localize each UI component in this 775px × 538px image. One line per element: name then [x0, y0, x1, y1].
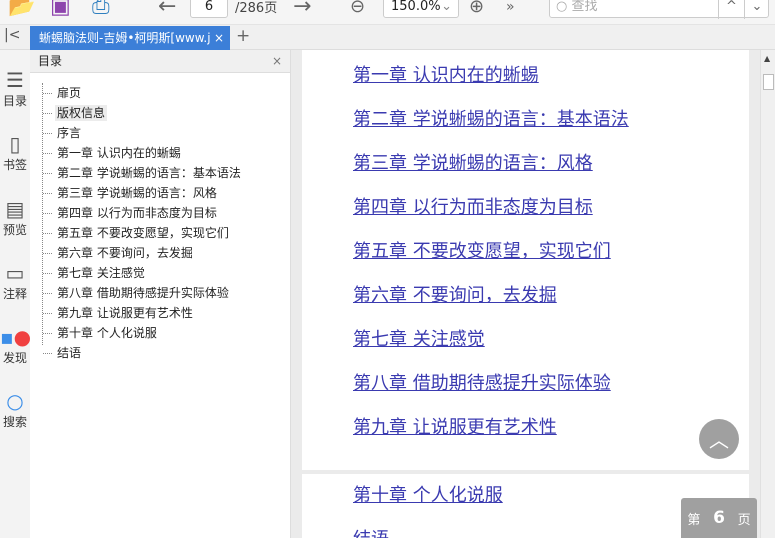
note-icon: ▭: [5, 261, 25, 285]
rail-label: 目录: [2, 94, 27, 108]
toc-item[interactable]: 序言: [43, 123, 243, 143]
next-page-icon[interactable]: →: [293, 0, 311, 20]
toc-item[interactable]: 第二章 学说蜥蜴的语言：基本语法: [43, 163, 243, 183]
preview-icon: ▤: [5, 197, 25, 221]
rail-label: 预览: [2, 223, 27, 237]
toc-title: 目录: [38, 54, 63, 68]
close-icon[interactable]: ×: [272, 50, 282, 72]
toc-item[interactable]: 第三章 学说蜥蜴的语言：风格: [43, 183, 243, 203]
rail-preview[interactable]: ▤ 预览: [0, 197, 30, 238]
chapter-link[interactable]: 第二章 学说蜥蜴的语言：基本语法: [353, 105, 629, 131]
close-tab-icon[interactable]: ×: [210, 26, 224, 50]
toc-item-label: 第七章 关注感觉: [57, 266, 145, 280]
toc-item[interactable]: 第五章 不要改变愿望，实现它们: [43, 223, 243, 243]
save-icon[interactable]: ▣: [50, 0, 71, 20]
toc-item[interactable]: 扉页: [43, 83, 243, 103]
zoom-value: 150.0%: [391, 0, 441, 14]
page-indicator-number: 6: [713, 508, 725, 528]
toolbar: 📂 ▣ ⎙ ← 6 /286页 → ⊖ 150.0% ⌄ ⊕ » ○ 查找 ^ ⌄: [0, 0, 775, 25]
toc-list: 扉页版权信息序言第一章 认识内在的蜥蜴第二章 学说蜥蜴的语言：基本语法 第三章 学…: [42, 83, 243, 360]
collapse-sidebar-icon[interactable]: |<: [4, 27, 20, 43]
toc-item[interactable]: 第六章 不要询问，去发掘: [43, 243, 243, 263]
zoom-in-icon[interactable]: ⊕: [469, 0, 484, 20]
toc-item-label: 第十章 个人化说服: [57, 326, 157, 340]
toc-item[interactable]: 结语: [43, 343, 243, 363]
tab-bar: |< 蜥蜴脑法则-吉姆•柯明斯[www.j × +: [0, 25, 775, 50]
scroll-thumb[interactable]: [763, 74, 774, 90]
search-icon: ○: [556, 0, 568, 14]
toc-item[interactable]: 版权信息: [43, 103, 243, 123]
tab-title: 蜥蜴脑法则-吉姆•柯明斯[www.j: [39, 31, 211, 45]
chevron-down-icon: ⌄: [441, 0, 452, 14]
toc-item-label: 版权信息: [55, 105, 108, 121]
toc-item-label: 第五章 不要改变愿望，实现它们: [57, 226, 229, 240]
rail-label: 书签: [2, 158, 27, 172]
toc-item-label: 序言: [57, 126, 82, 140]
chapter-link[interactable]: 第十章 个人化说服: [353, 481, 503, 507]
discover-icon: ▪●: [0, 325, 32, 349]
rail-notes[interactable]: ▭ 注释: [0, 261, 30, 302]
chapter-link[interactable]: 第三章 学说蜥蜴的语言：风格: [353, 149, 593, 175]
new-tab-icon[interactable]: +: [236, 26, 250, 46]
chevron-up-icon: ︿: [709, 428, 729, 452]
zoom-select[interactable]: 150.0% ⌄: [383, 0, 459, 18]
chapter-link[interactable]: 第八章 借助期待感提升实际体验: [353, 369, 611, 395]
rail-bookmark[interactable]: ▯ 书签: [0, 132, 30, 173]
chapter-link[interactable]: 第四章 以行为而非态度为目标: [353, 193, 593, 219]
toc-item-label: 第六章 不要询问，去发掘: [57, 246, 193, 260]
prev-page-icon[interactable]: ←: [158, 0, 176, 20]
bookmark-icon: ▯: [9, 132, 21, 156]
toc-item-label: 第一章 认识内在的蜥蜴: [57, 146, 181, 160]
more-icon[interactable]: »: [506, 0, 515, 20]
search-next-icon[interactable]: ⌄: [744, 0, 769, 19]
toc-item-label: 结语: [57, 346, 82, 360]
page-total: /286页: [235, 1, 278, 16]
toc-item-label: 第八章 借助期待感提升实际体验: [57, 286, 229, 300]
tab-document[interactable]: 蜥蜴脑法则-吉姆•柯明斯[www.j ×: [30, 26, 230, 50]
side-rail: ☰ 目录 ▯ 书签 ▤ 预览 ▭ 注释 ▪● 发现 ○ 搜索: [0, 50, 32, 538]
back-to-top-button[interactable]: ︿: [699, 419, 739, 459]
toc-item[interactable]: 第十章 个人化说服: [43, 323, 243, 343]
toc-item-label: 第四章 以行为而非态度为目标: [57, 206, 217, 220]
page-indicator-suffix: 页: [737, 512, 751, 528]
search-prev-icon[interactable]: ^: [718, 0, 744, 19]
chapter-link[interactable]: 第七章 关注感觉: [353, 325, 485, 351]
zoom-out-icon[interactable]: ⊖: [350, 0, 365, 20]
chapter-link[interactable]: 第一章 认识内在的蜥蜴: [353, 61, 539, 87]
chapter-link[interactable]: 第五章 不要改变愿望，实现它们: [353, 237, 611, 263]
rail-label: 发现: [2, 351, 27, 365]
chapter-link[interactable]: 第九章 让说服更有艺术性: [353, 413, 557, 439]
list-icon: ☰: [6, 68, 24, 92]
rail-label: 注释: [2, 287, 27, 301]
page-number-input[interactable]: 6: [190, 0, 228, 18]
toc-item[interactable]: 第七章 关注感觉: [43, 263, 243, 283]
toc-panel: 目录 × 扉页版权信息序言第一章 认识内在的蜥蜴第二章 学说蜥蜴的语言：基本语法第…: [30, 50, 291, 538]
scroll-up-icon[interactable]: ▲: [764, 54, 770, 63]
chapter-link[interactable]: 结语: [353, 525, 389, 538]
toc-item[interactable]: 第一章 认识内在的蜥蜴: [43, 143, 243, 163]
print-icon[interactable]: ⎙: [92, 0, 110, 20]
document-view: 第一章 认识内在的蜥蜴第二章 学说蜥蜴的语言：基本语法 第三章 学说蜥蜴的语言：风…: [291, 50, 760, 538]
page: 第一章 认识内在的蜥蜴第二章 学说蜥蜴的语言：基本语法 第三章 学说蜥蜴的语言：风…: [302, 50, 749, 470]
toc-header: 目录 ×: [30, 50, 290, 73]
toc-item-label: 扉页: [57, 86, 82, 100]
chapter-link[interactable]: 第六章 不要询问，去发掘: [353, 281, 557, 307]
search-icon: ○: [6, 389, 24, 413]
search-input[interactable]: ○ 查找 ^ ⌄: [549, 0, 769, 19]
scrollbar[interactable]: ▲: [760, 50, 775, 538]
toc-item-label: 第九章 让说服更有艺术性: [57, 306, 193, 320]
rail-search[interactable]: ○ 搜索: [0, 389, 30, 430]
search-placeholder: 查找: [571, 0, 598, 14]
page-indicator-prefix: 第: [687, 512, 701, 528]
toc-item-label: 第三章 学说蜥蜴的语言：风格: [57, 186, 217, 200]
page-indicator: 第6页: [681, 498, 757, 538]
toc-item[interactable]: 第九章 让说服更有艺术性: [43, 303, 243, 323]
toc-item[interactable]: 第八章 借助期待感提升实际体验: [43, 283, 243, 303]
rail-toc[interactable]: ☰ 目录: [0, 68, 30, 109]
open-folder-icon[interactable]: 📂: [8, 0, 35, 20]
toc-item[interactable]: 第四章 以行为而非态度为目标: [43, 203, 243, 223]
rail-discover[interactable]: ▪● 发现: [0, 325, 32, 366]
toc-item-label: 第二章 学说蜥蜴的语言：基本语法: [57, 166, 241, 180]
rail-label: 搜索: [2, 415, 27, 429]
